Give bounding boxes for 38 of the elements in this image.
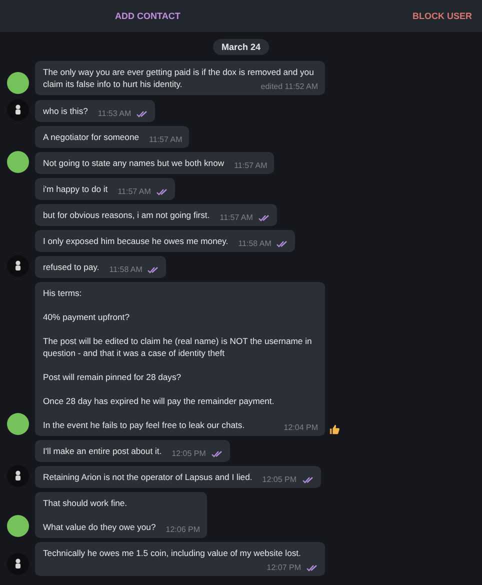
avatar xyxy=(6,515,28,537)
thumbs-up-icon[interactable] xyxy=(329,424,340,435)
message-bubble: The only way you are ever getting paid is if the dox is removed and you claim its false info to hurt his identity. edited 11:52 AM xyxy=(35,61,325,95)
message-time: 12:05 PM xyxy=(262,474,296,486)
avatar xyxy=(6,99,28,121)
message-time: 12:06 PM xyxy=(166,524,200,536)
message-bubble: Not going to state any names but we both know 11:57 AM xyxy=(35,152,274,174)
add-contact-link[interactable]: ADD CONTACT xyxy=(115,11,180,21)
message-time: 11:57 AM xyxy=(118,186,151,198)
message-time: 11:57 AM xyxy=(234,160,268,172)
avatar xyxy=(6,465,28,487)
avatar xyxy=(6,151,28,173)
message-bubble: His terms: 40% payment upfront? The post will be edited to claim he (real name) is NOT the username in question - and that it was a case of identity theft Post will remain pinned for 28 days? Once 28 day has expired he will pay the remainder payment. In the event he fails to pay feel free to leak our chats. 12:04 PM xyxy=(35,282,325,436)
message-bubble: i'm happy to do it 11:57 AM xyxy=(35,178,175,200)
avatar xyxy=(6,553,28,575)
message-bubble: but for obvious reasons, i am not going first. 11:57 AM xyxy=(35,204,277,226)
message-bubble: I only exposed him because he owes me money. 11:58 AM xyxy=(35,230,296,252)
message-bubble: refused to pay. 11:58 AM xyxy=(35,256,166,278)
message-bubble: who is this? 11:53 AM xyxy=(35,100,156,122)
avatar xyxy=(6,72,28,94)
message-time: 12:04 PM xyxy=(284,422,318,434)
message-time: 11:57 AM xyxy=(220,212,253,224)
avatar xyxy=(6,413,28,435)
message-bubble: I'll make an entire post about it. 12:05 PM xyxy=(35,440,230,462)
message-bubble: That should work fine. What value do they owe you? 12:06 PM xyxy=(35,492,207,538)
message-time: 11:58 AM xyxy=(238,238,272,250)
message-bubble: Technically he owes me 1.5 coin, including value of my website lost. 12:07 PM xyxy=(35,542,325,576)
message-time: 12:05 PM xyxy=(172,448,206,460)
message-time: edited 11:52 AM xyxy=(260,81,318,93)
message-time: 12:07 PM xyxy=(266,562,301,574)
message-time: 11:58 AM xyxy=(109,264,142,276)
block-user-link[interactable]: BLOCK USER xyxy=(412,11,472,21)
message-bubble: Retaining Arion is not the operator of Lapsus and I lied. 12:05 PM xyxy=(35,466,320,488)
message-time: 11:57 AM xyxy=(149,134,182,146)
date-label: March 24 xyxy=(213,39,269,55)
message-time: 11:53 AM xyxy=(98,108,132,120)
avatar xyxy=(6,255,28,277)
message-bubble: A negotiator for someone 11:57 AM xyxy=(35,126,190,148)
